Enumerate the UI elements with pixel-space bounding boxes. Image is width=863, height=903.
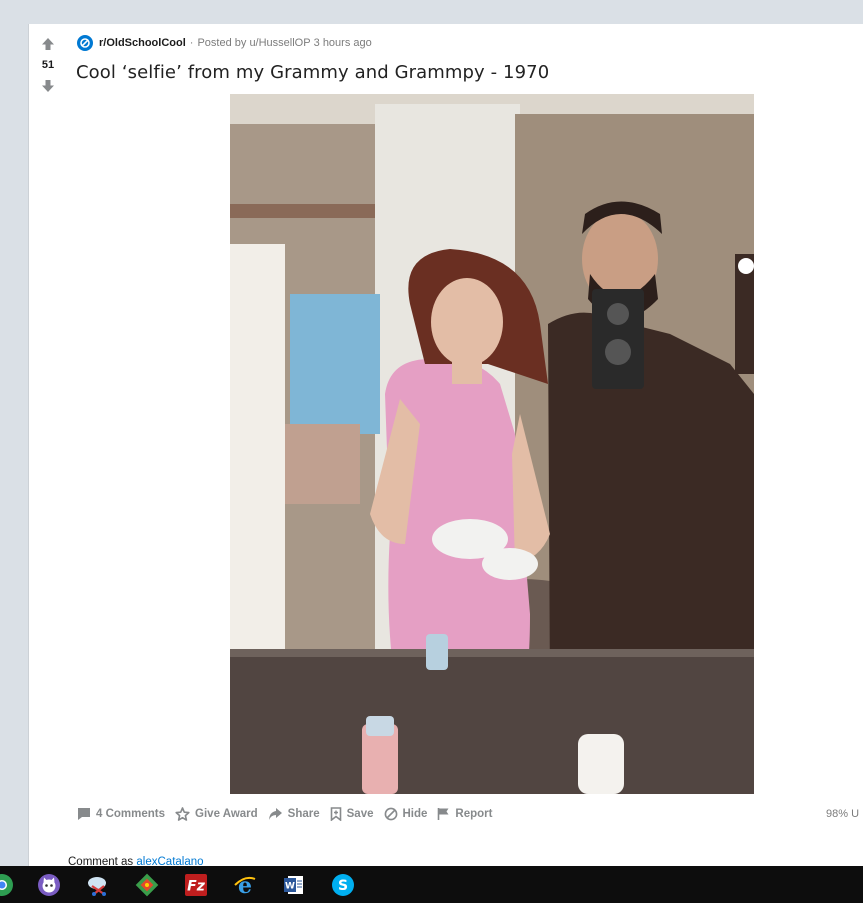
photo-illustration — [230, 94, 754, 794]
report-button[interactable]: Report — [437, 807, 492, 821]
post-title[interactable]: Cool ‘selfie’ from my Grammy and Grammpy… — [76, 62, 549, 83]
cat-app-icon[interactable] — [37, 873, 61, 897]
post-time[interactable]: 3 hours ago — [314, 37, 372, 49]
vote-count: 51 — [41, 59, 55, 71]
upvote-arrow-icon[interactable] — [41, 37, 55, 51]
comments-button[interactable]: 4 Comments — [77, 807, 165, 821]
subreddit-icon[interactable] — [77, 35, 93, 51]
save-label: Save — [346, 808, 374, 820]
report-label: Report — [455, 808, 493, 820]
downvote-arrow-icon[interactable] — [41, 79, 55, 93]
filezilla-icon[interactable]: Fz — [184, 873, 208, 897]
author-link[interactable]: u/HussellOP — [249, 37, 310, 49]
award-icon — [175, 806, 190, 821]
skype-icon[interactable]: S — [331, 873, 355, 897]
internet-explorer-icon[interactable]: e — [233, 873, 257, 897]
flag-icon — [438, 808, 449, 820]
comments-label: 4 Comments — [96, 808, 166, 820]
share-label: Share — [287, 808, 320, 820]
post-card[interactable]: 51 r/OldSchoolCool · Posted by u/Hussell… — [28, 24, 863, 868]
word-icon[interactable]: W — [282, 873, 306, 897]
meta-separator: · — [189, 37, 194, 49]
hide-button[interactable]: Hide — [384, 807, 428, 821]
hide-icon — [384, 807, 397, 821]
taskbar: Fz e W S — [0, 866, 863, 903]
posted-by-label: Posted by — [197, 37, 247, 49]
post-action-bar: 4 Comments Give Award Share Save Hide Re… — [77, 804, 502, 824]
subreddit-link[interactable]: r/OldSchoolCool — [99, 37, 186, 49]
svg-text:Fz: Fz — [187, 879, 206, 895]
share-button[interactable]: Share — [268, 807, 320, 821]
post-meta: r/OldSchoolCool · Posted by u/HussellOP … — [77, 35, 372, 51]
upvote-ratio: 98% U — [826, 808, 860, 820]
svg-text:W: W — [285, 882, 295, 892]
svg-text:S: S — [338, 878, 348, 894]
git-icon[interactable] — [135, 873, 159, 897]
post-image[interactable] — [230, 94, 754, 794]
give-award-label: Give Award — [195, 808, 258, 820]
snipping-tool-icon[interactable] — [86, 873, 110, 897]
svg-text:e: e — [238, 873, 252, 897]
bookmark-icon — [330, 807, 341, 821]
chrome-icon[interactable] — [0, 873, 14, 897]
share-icon — [268, 808, 282, 820]
save-button[interactable]: Save — [330, 807, 374, 821]
hide-label: Hide — [402, 808, 428, 820]
comment-icon — [78, 808, 90, 820]
give-award-button[interactable]: Give Award — [175, 806, 258, 822]
